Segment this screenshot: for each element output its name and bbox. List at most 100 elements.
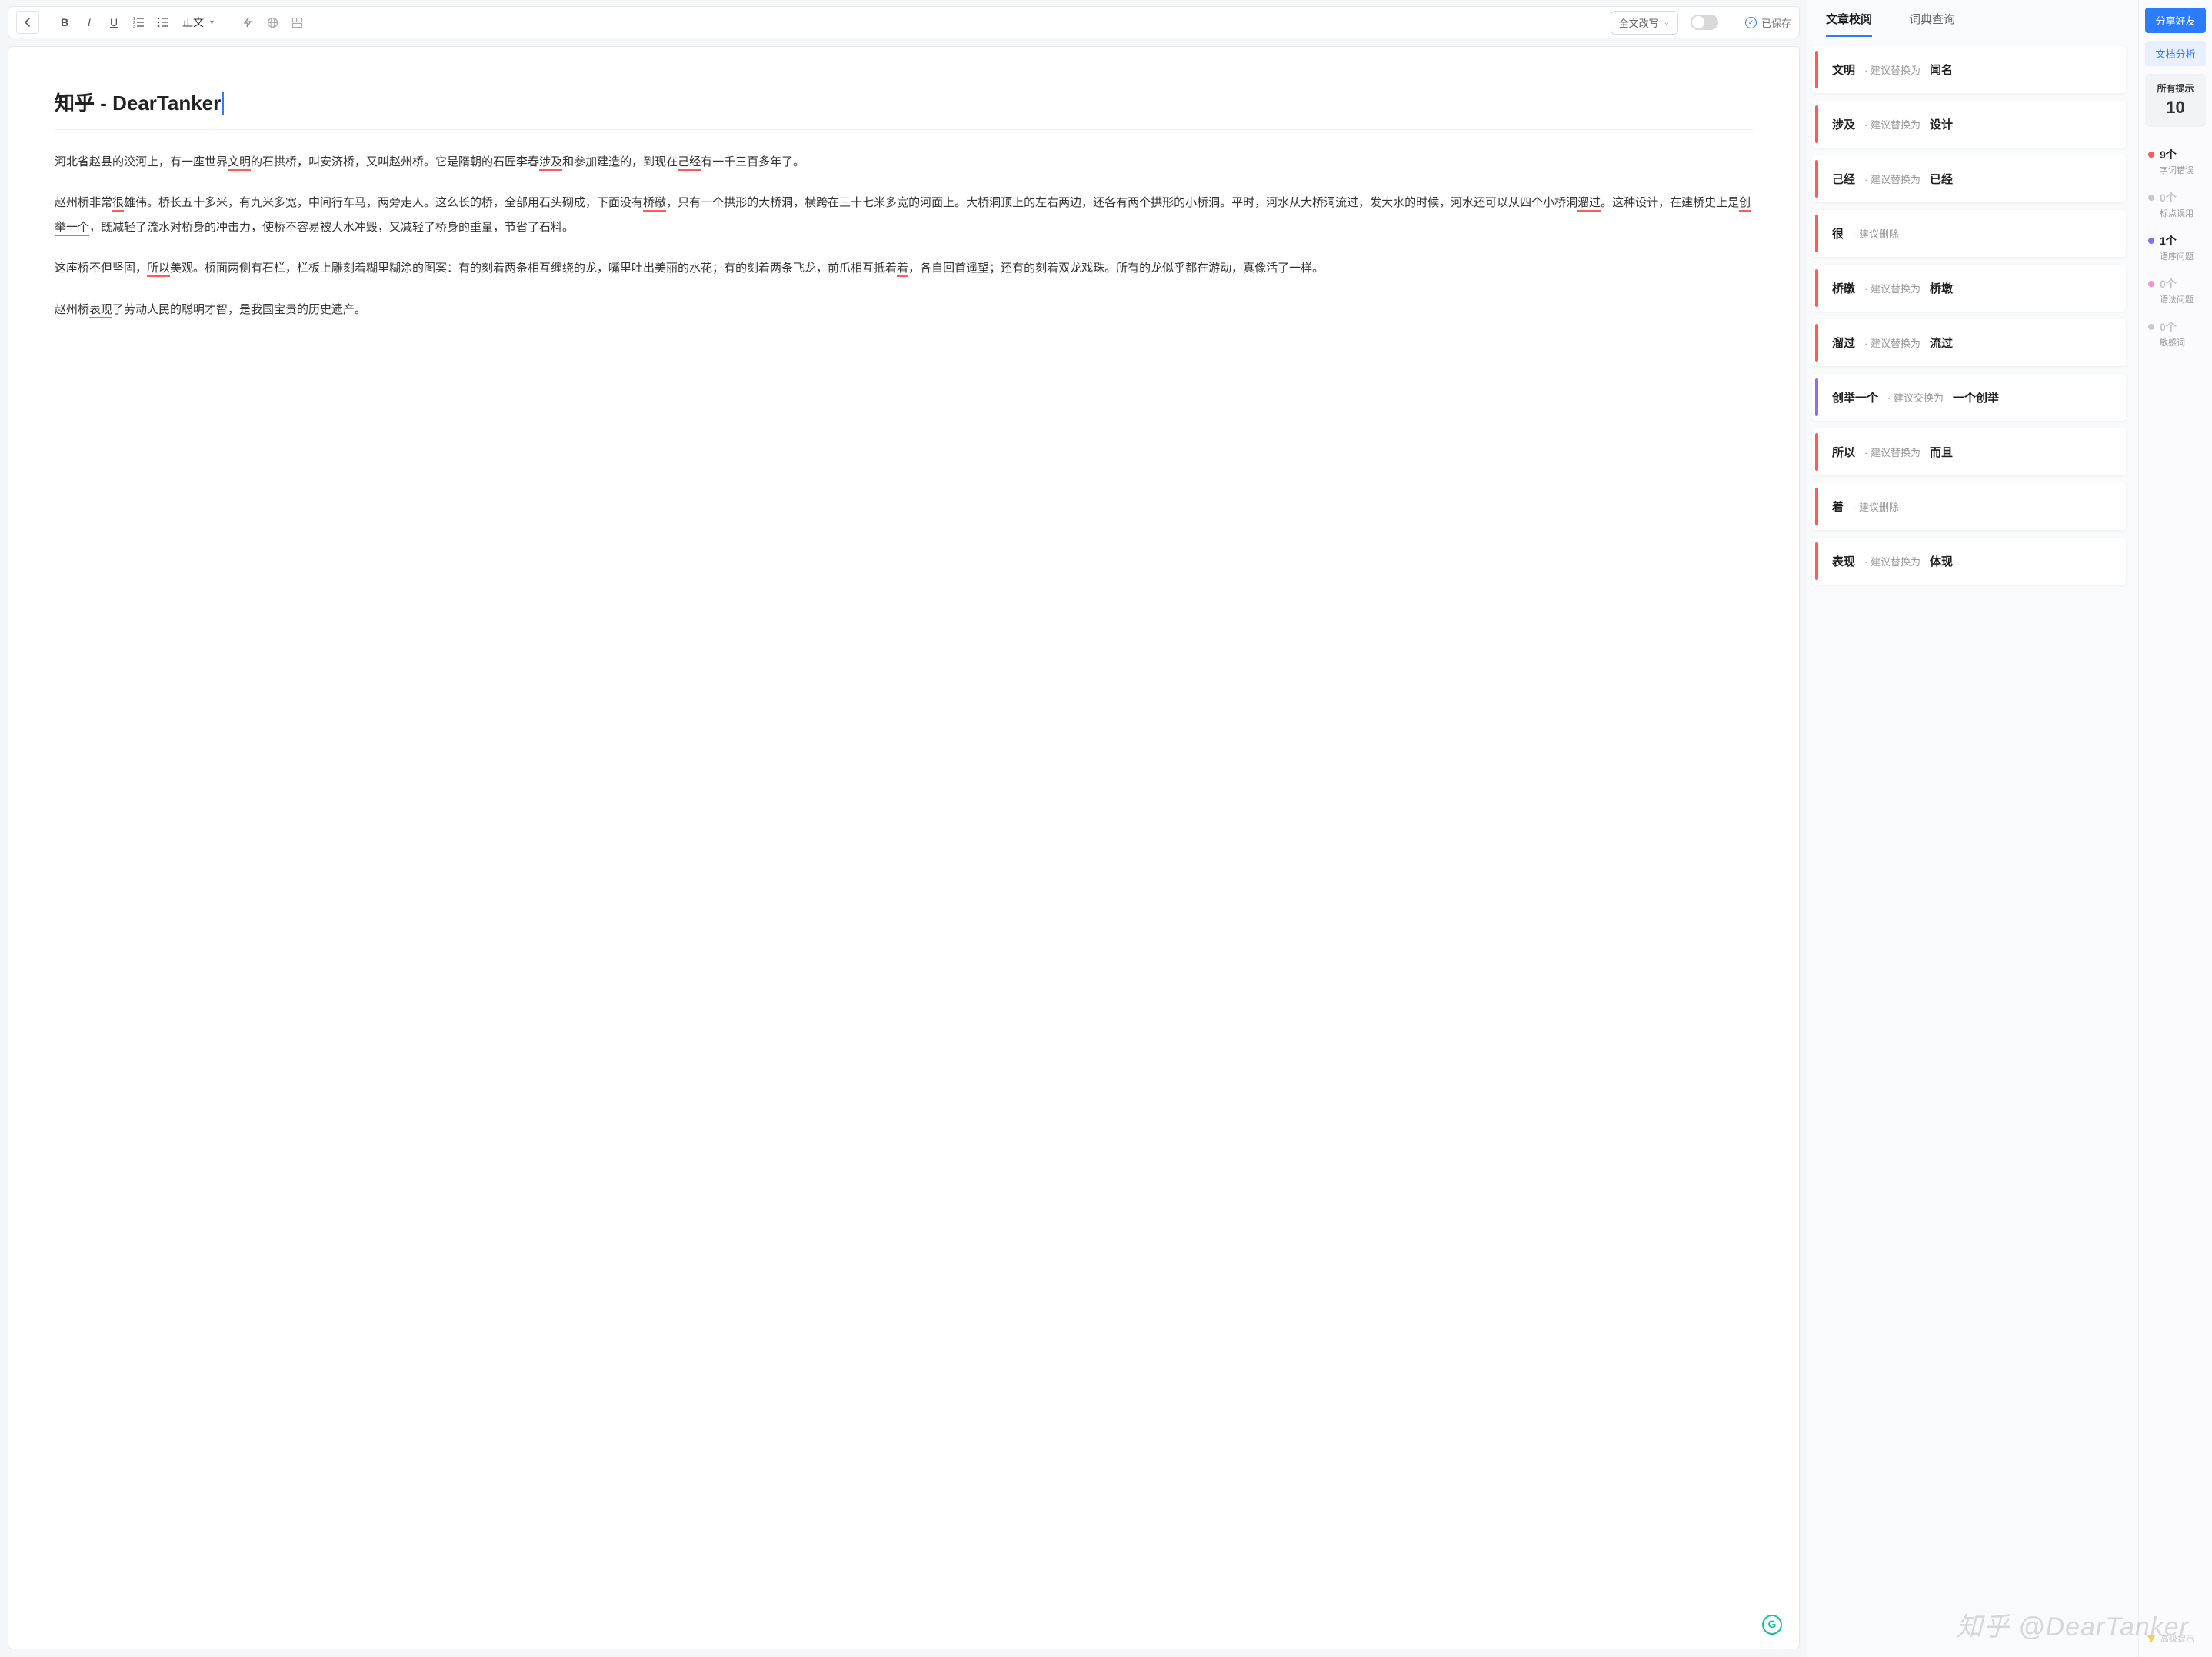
suggestion-card[interactable]: 表现· 建议替换为体现 <box>1812 538 2126 585</box>
error-span[interactable]: 溜过 <box>1577 196 1601 212</box>
rewrite-label: 全文改写 <box>1619 15 1659 30</box>
italic-button[interactable]: I <box>78 11 101 34</box>
bold-button[interactable]: B <box>53 11 76 34</box>
rewrite-dropdown[interactable]: 全文改写 ⌄ <box>1611 11 1678 35</box>
error-span[interactable]: 桥礅 <box>643 196 666 212</box>
suggestion-card[interactable]: 溜过 · 建议替换为流过 <box>1812 319 2126 366</box>
check-circle-icon: ✓ <box>1745 17 1757 28</box>
category-count: 0个 <box>2160 190 2177 205</box>
suggestion-card[interactable]: 创举一个· 建议交换为一个创举 <box>1812 374 2126 421</box>
suggestion-hint: · 建议删除 <box>1853 499 1899 514</box>
text-style-label: 正文 <box>182 15 204 30</box>
suggestion-card[interactable]: 很 · 建议删除 <box>1812 210 2126 257</box>
suggestion-card[interactable]: 桥礅 · 建议替换为桥墩 <box>1812 265 2126 312</box>
category-dot <box>2148 238 2154 244</box>
back-button[interactable] <box>16 11 39 34</box>
category-name: 字词错误 <box>2160 164 2203 176</box>
suggestion-replacement: 已经 <box>1930 171 1953 187</box>
suggestion-original: 着 <box>1832 498 1844 515</box>
analyze-button[interactable]: 文档分析 <box>2145 41 2206 66</box>
grammarly-icon[interactable]: G <box>1762 1615 1782 1635</box>
chevron-down-icon: ▾ <box>210 18 214 27</box>
suggestion-original: 桥礅 <box>1832 280 1855 296</box>
category-item[interactable]: 0个语法问题 <box>2148 276 2203 305</box>
share-button[interactable]: 分享好友 <box>2145 8 2206 33</box>
chevron-down-icon: ⌄ <box>1664 18 1670 27</box>
diamond-icon <box>2147 1634 2156 1643</box>
category-name: 标点误用 <box>2160 207 2203 219</box>
category-item[interactable]: 0个敏感词 <box>2148 319 2203 348</box>
suggestion-original: 溜过 <box>1832 335 1855 351</box>
suggestion-replacement: 桥墩 <box>1930 280 1953 296</box>
category-dot <box>2148 324 2154 330</box>
layout-icon[interactable] <box>285 11 308 34</box>
category-list: 9个字词错误0个标点误用1个语序问题0个语法问题0个敏感词 <box>2145 147 2206 348</box>
tab-bar: 文章校阅 词典查询 <box>1807 0 2138 37</box>
paragraph[interactable]: 赵州桥非常很雄伟。桥长五十多米，有九米多宽，中间行车马，两旁走人。这么长的桥，全… <box>55 191 1753 239</box>
suggestion-hint: · 建议交换为 <box>1887 390 1944 405</box>
suggestion-hint: · 建议替换为 <box>1864 335 1921 350</box>
suggestion-original: 很 <box>1832 225 1844 242</box>
unordered-list-button[interactable] <box>152 11 175 34</box>
suggestion-replacement: 流过 <box>1930 335 1953 351</box>
paragraph[interactable]: 河北省赵县的洨河上，有一座世界文明的石拱桥，叫安济桥，又叫赵州桥。它是隋朝的石匠… <box>55 150 1753 175</box>
suggestion-hint: · 建议替换为 <box>1864 117 1921 132</box>
saved-label: 已保存 <box>1761 15 1791 30</box>
suggestion-hint: · 建议替换为 <box>1864 62 1921 77</box>
suggestion-card[interactable]: 涉及 · 建议替换为设计 <box>1812 101 2126 148</box>
underline-button[interactable]: U <box>102 11 125 34</box>
suggestion-original: 文明 <box>1832 62 1855 78</box>
suggestion-replacement: 闻名 <box>1930 62 1953 78</box>
suggestion-hint: · 建议替换为 <box>1864 281 1921 295</box>
paragraph[interactable]: 赵州桥表现了劳动人民的聪明才智，是我国宝贵的历史遗产。 <box>55 298 1753 322</box>
suggestion-original: 己经 <box>1832 171 1855 187</box>
premium-tips[interactable]: 高级提示 <box>2145 1628 2206 1649</box>
paragraph[interactable]: 这座桥不但坚固，所以美观。桥面两侧有石栏，栏板上雕刻着糊里糊涂的图案：有的刻着两… <box>55 256 1753 281</box>
error-span[interactable]: 很 <box>112 196 124 212</box>
error-span[interactable]: 文明 <box>228 155 251 171</box>
suggestion-replacement: 设计 <box>1930 116 1953 132</box>
toggle-switch[interactable] <box>1691 15 1718 30</box>
suggestion-hint: · 建议删除 <box>1853 226 1899 241</box>
category-dot <box>2148 195 2154 201</box>
category-dot <box>2148 152 2154 158</box>
suggestion-hint: · 建议替换为 <box>1864 172 1921 186</box>
suggestion-card[interactable]: 己经 · 建议替换为已经 <box>1812 155 2126 202</box>
suggestion-original: 涉及 <box>1832 116 1855 132</box>
all-tips-label: 所有提示 <box>2148 82 2203 95</box>
error-span[interactable]: 涉及 <box>539 155 562 171</box>
category-item[interactable]: 1个语序问题 <box>2148 233 2203 262</box>
lightning-icon[interactable] <box>236 11 259 34</box>
suggestion-hint: · 建议替换为 <box>1864 554 1921 568</box>
suggestion-replacement: 而且 <box>1930 444 1953 460</box>
suggestion-list: 文明· 建议替换为闻名涉及· 建议替换为设计己经· 建议替换为已经很· 建议删除… <box>1807 37 2138 1657</box>
suggestion-hint: · 建议替换为 <box>1864 445 1921 459</box>
category-item[interactable]: 9个字词错误 <box>2148 147 2203 176</box>
category-count: 1个 <box>2160 233 2177 248</box>
ordered-list-button[interactable]: 123 <box>127 11 150 34</box>
category-count: 9个 <box>2160 147 2177 162</box>
category-item[interactable]: 0个标点误用 <box>2148 190 2203 219</box>
suggestion-card[interactable]: 着 · 建议删除 <box>1812 483 2126 530</box>
category-name: 语序问题 <box>2160 250 2203 262</box>
tab-proofread[interactable]: 文章校阅 <box>1826 11 1872 37</box>
globe-icon[interactable] <box>261 11 284 34</box>
error-span[interactable]: 着 <box>897 262 908 277</box>
document-title[interactable]: 知乎 - DearTanker <box>55 82 1753 130</box>
category-count: 0个 <box>2160 276 2177 292</box>
tab-dictionary[interactable]: 词典查询 <box>1909 11 1955 37</box>
error-span[interactable]: 己经 <box>678 155 701 171</box>
suggestion-replacement: 一个创举 <box>1953 389 1999 405</box>
error-span[interactable]: 表现 <box>89 303 112 318</box>
suggestion-card[interactable]: 文明 · 建议替换为闻名 <box>1812 46 2126 93</box>
category-name: 语法问题 <box>2160 293 2203 305</box>
suggestion-card[interactable]: 所以· 建议替换为而且 <box>1812 428 2126 475</box>
text-style-dropdown[interactable]: 正文 ▾ <box>176 15 220 30</box>
category-name: 敏感词 <box>2160 336 2203 348</box>
document-editor[interactable]: 知乎 - DearTanker 河北省赵县的洨河上，有一座世界文明的石拱桥，叫安… <box>8 46 1800 1649</box>
all-tips-box[interactable]: 所有提示 10 <box>2145 74 2206 127</box>
error-span[interactable]: 所以 <box>147 262 170 277</box>
editor-toolbar: B I U 123 正文 ▾ <box>8 6 1800 38</box>
category-count: 0个 <box>2160 319 2177 335</box>
stats-sidebar: 分享好友 文档分析 所有提示 10 9个字词错误0个标点误用1个语序问题0个语法… <box>2138 0 2212 1657</box>
